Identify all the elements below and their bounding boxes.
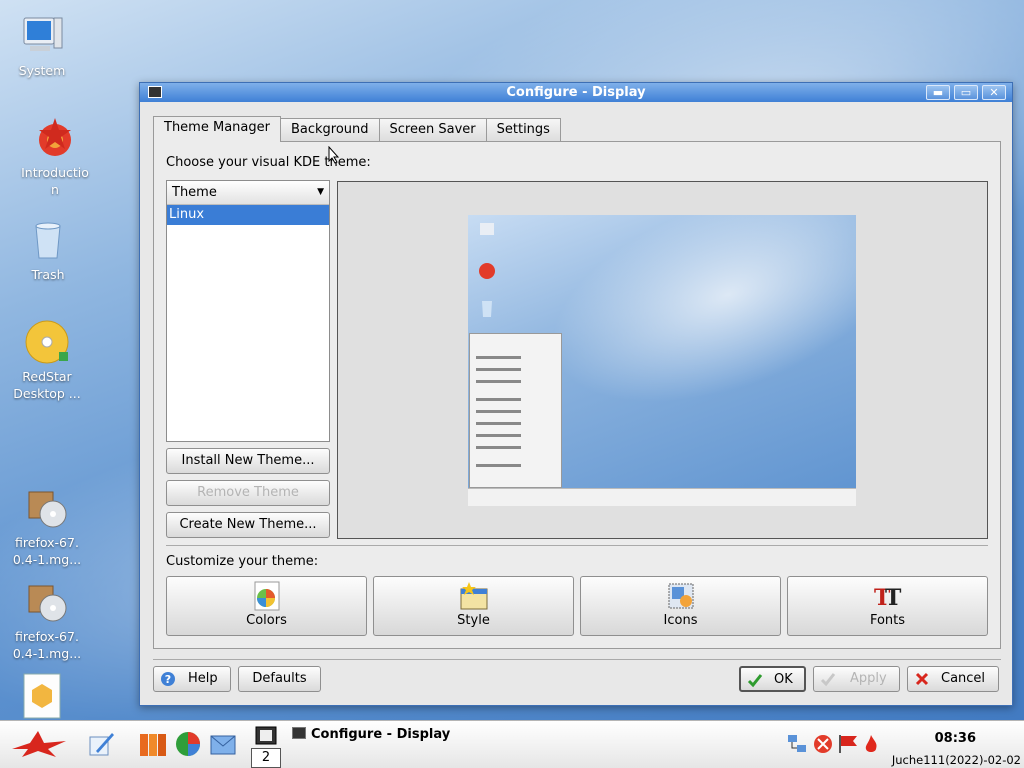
fire-icon[interactable] [862, 733, 880, 755]
flag-icon[interactable] [836, 733, 860, 755]
apply-button[interactable]: Apply [813, 666, 900, 692]
volume-muted-icon[interactable] [812, 733, 834, 755]
desktop-icon-redstar-desktop[interactable]: RedStar Desktop ... [0, 318, 96, 402]
editor-icon[interactable] [86, 729, 116, 759]
help-button[interactable]: ? Help [153, 666, 231, 692]
desktop-icon-label: firefox-67.0.4-1.mg... [12, 535, 82, 567]
desktop-icon-label: RedStar Desktop ... [13, 369, 81, 401]
desktop-icon-firefox-package-2[interactable]: firefox-67.0.4-1.mg... [0, 578, 96, 662]
trash-icon [35, 222, 61, 259]
customize-theme-label: Customize your theme: [166, 554, 319, 569]
chevron-down-icon: ▼ [317, 187, 324, 197]
help-label: Help [188, 671, 218, 686]
svg-text:T: T [885, 585, 902, 611]
install-theme-button[interactable]: Install New Theme... [166, 448, 330, 474]
help-icon: ? [161, 672, 175, 686]
colors-icon [254, 581, 279, 611]
footer-separator [153, 659, 1001, 660]
window-title: Configure - Display [506, 85, 646, 100]
remove-theme-button[interactable]: Remove Theme [166, 480, 330, 506]
checkmark-icon [820, 673, 836, 687]
theme-list-header-label: Theme [172, 185, 217, 200]
icons-label: Icons [663, 613, 698, 628]
cd-icon [25, 320, 69, 364]
window-icon [292, 727, 306, 739]
star-gear-icon [39, 118, 71, 156]
preview-start-menu [469, 333, 562, 488]
pager-window-icon[interactable] [253, 725, 279, 747]
window-titlebar[interactable]: Configure - Display ▬ ▭ ✕ [140, 83, 1012, 102]
maximize-button[interactable]: ▭ [954, 85, 978, 100]
tab-background[interactable]: Background [279, 118, 380, 142]
fonts-icon: T T [874, 585, 902, 611]
separator [166, 545, 988, 546]
choose-theme-label: Choose your visual KDE theme: [166, 155, 371, 170]
desktop-icon-introduction[interactable]: Introduction [7, 114, 103, 198]
theme-list-header[interactable]: Theme ▼ [167, 181, 329, 205]
style-icon [460, 582, 487, 610]
taskbar-item-label: Configure - Display [311, 727, 451, 742]
mouse-cursor-icon [328, 146, 340, 164]
preview-taskbar [468, 488, 856, 506]
computer-icon [23, 17, 63, 51]
ok-button[interactable]: OK [739, 666, 806, 692]
cancel-icon [915, 672, 929, 686]
window-menu-icon[interactable] [148, 86, 162, 98]
start-menu-star-icon[interactable] [10, 729, 68, 759]
cancel-button[interactable]: Cancel [907, 666, 999, 692]
cancel-label: Cancel [941, 671, 986, 686]
tab-bar: Theme Manager Background Screen Saver Se… [153, 116, 561, 142]
fonts-label: Fonts [869, 613, 906, 628]
tab-screen-saver[interactable]: Screen Saver [378, 118, 487, 142]
fonts-button[interactable]: T T Fonts [787, 576, 988, 636]
taskbar-item-configure-display[interactable]: Configure - Display [292, 725, 450, 745]
theme-list-item-linux[interactable]: Linux [167, 205, 329, 225]
package-icon [28, 585, 67, 622]
preview-desktop-icons [479, 223, 495, 317]
desktop-icon-trash[interactable]: Trash [0, 216, 96, 283]
theme-list[interactable]: Theme ▼ Linux [166, 180, 330, 442]
virtual-desktop-pager[interactable]: 2 [251, 748, 281, 768]
checkmark-icon [747, 674, 763, 688]
package-icon [28, 491, 67, 528]
style-button[interactable]: Style [373, 576, 574, 636]
desktop-icon-system[interactable]: System [0, 12, 90, 79]
desktop-icon-label: System [18, 63, 66, 78]
desktop-icon-document[interactable] [0, 672, 90, 722]
svg-text:?: ? [165, 673, 171, 686]
clock[interactable]: 08:36 [935, 731, 976, 746]
document-icon [23, 673, 61, 719]
minimize-button[interactable]: ▬ [926, 85, 950, 100]
network-icon[interactable] [786, 733, 808, 755]
theme-preview [337, 181, 988, 539]
office-suite-icon[interactable] [138, 729, 168, 759]
theme-manager-panel: Choose your visual KDE theme: Theme ▼ Li… [153, 141, 1001, 649]
colors-button[interactable]: Colors [166, 576, 367, 636]
desktop-icon-label: Introduction [21, 165, 89, 197]
defaults-button[interactable]: Defaults [238, 666, 321, 692]
taskbar: 2 Configure - Display 08:36 Juche111(202… [0, 720, 1024, 768]
tab-settings[interactable]: Settings [485, 118, 561, 142]
configure-display-window: Configure - Display ▬ ▭ ✕ Theme Manager … [139, 82, 1013, 706]
icons-button[interactable]: Icons [580, 576, 781, 636]
theme-preview-screenshot [468, 215, 856, 506]
apply-label: Apply [850, 671, 887, 686]
create-theme-button[interactable]: Create New Theme... [166, 512, 330, 538]
colors-label: Colors [246, 613, 287, 628]
web-browser-icon[interactable] [173, 729, 203, 759]
ok-label: OK [774, 672, 793, 687]
desktop-icon-label: firefox-67.0.4-1.mg... [12, 629, 82, 661]
mail-client-icon[interactable] [208, 729, 238, 759]
desktop-icon-firefox-package-1[interactable]: firefox-67.0.4-1.mg... [0, 484, 96, 568]
tab-theme-manager[interactable]: Theme Manager [153, 116, 281, 142]
icons-icon [668, 583, 693, 609]
style-label: Style [457, 613, 490, 628]
desktop-icon-label: Trash [31, 267, 65, 282]
close-button[interactable]: ✕ [982, 85, 1006, 100]
date: Juche111(2022)-02-02 [891, 753, 1021, 767]
